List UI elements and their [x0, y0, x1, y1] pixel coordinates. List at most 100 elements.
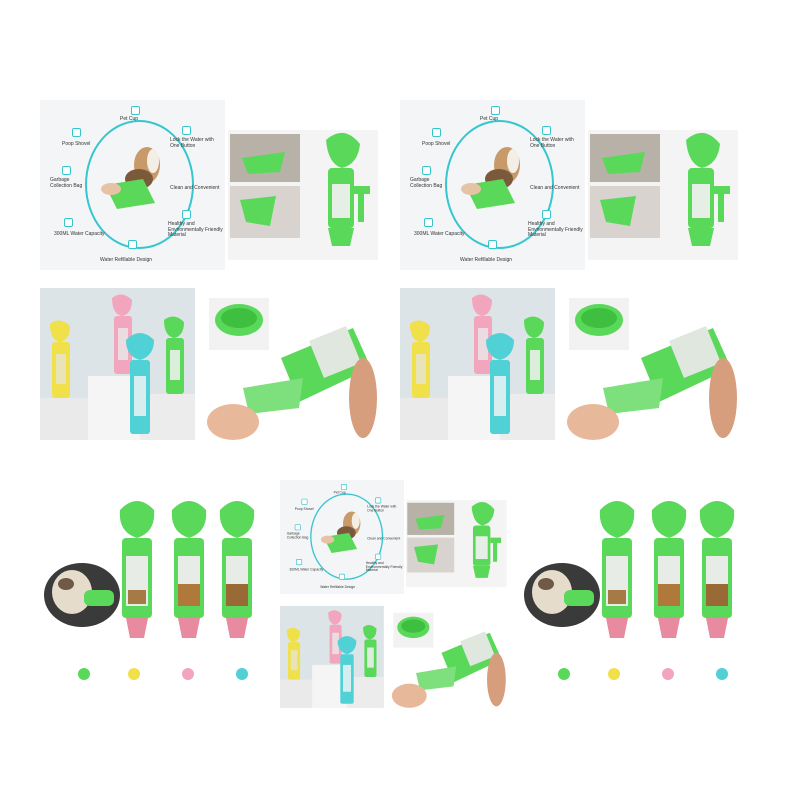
feature-healthy: Healthy and Environmentally Friendly Mat…	[365, 561, 403, 573]
bag-icon	[422, 166, 431, 175]
pedestal-left	[40, 398, 90, 440]
usage-thumbs	[405, 500, 507, 588]
green-bowl-thumb-1	[242, 152, 285, 174]
feature-capacity: 300ML Water Capacity	[54, 231, 105, 237]
green-bottle-small	[363, 625, 377, 677]
lock-icon	[182, 126, 191, 135]
refill-icon	[338, 573, 345, 580]
green-bowl-thumb-1	[602, 152, 645, 174]
collage-bottom-center: Pet Cup Lock the Water with One Button P…	[280, 480, 509, 710]
green-bottle-small	[524, 316, 544, 394]
feature-lock-water: Lock the Water with One Button	[530, 137, 574, 149]
color-swatch-pink[interactable]	[182, 668, 194, 680]
feature-pet-cup: Pet Cup	[333, 490, 346, 495]
feature-capacity: 300ML Water Capacity	[414, 231, 465, 237]
teal-bottle	[486, 333, 514, 434]
feature-poop-shovel: Poop Shovel	[422, 141, 451, 147]
feature-capacity: 300ML Water Capacity	[289, 567, 324, 572]
refill-icon	[488, 240, 497, 249]
color-swatch-pink[interactable]	[662, 668, 674, 680]
green-bottle-food-version	[651, 501, 687, 638]
usage-thumbs	[228, 130, 378, 260]
feature-garbage-bag: Garbage Collection Bag	[410, 177, 443, 189]
bottle-icon	[424, 218, 433, 227]
hand-pulling-bag	[391, 631, 506, 708]
features-panel: Pet Cup Lock the Water with One Button P…	[280, 480, 404, 594]
leaf-icon	[542, 210, 551, 219]
bag-dispenser-photo	[563, 290, 741, 442]
teal-bottle	[337, 636, 357, 704]
yellow-bottle	[410, 320, 430, 398]
green-bottle-small	[164, 316, 184, 394]
collage-top-right: Pet Cup Lock the Water with One Button P…	[400, 100, 742, 442]
dog-drinking-photo	[461, 147, 520, 209]
feature-healthy: Healthy and Environmentally Friendly Mat…	[528, 221, 583, 238]
color-swatch-green[interactable]	[558, 668, 570, 680]
lineup-right	[522, 498, 762, 688]
shovel-icon	[432, 128, 441, 137]
leaf-icon	[375, 553, 382, 560]
features-panel: Pet Cup Lock the Water with One Button P…	[400, 100, 585, 270]
color-variants-photo	[400, 288, 555, 440]
hand-pulling-bag	[567, 325, 737, 440]
pedestal-left	[400, 398, 450, 440]
features-panel: Pet Cup Lock the Water with One Button P…	[40, 100, 225, 270]
feature-pet-cup: Pet Cup	[120, 116, 139, 122]
pedestal-left	[280, 679, 314, 708]
shovel-icon	[72, 128, 81, 137]
feature-lock-water: Lock the Water with One Button	[367, 504, 397, 513]
feature-refillable: Water Refillable Design	[320, 585, 356, 590]
yellow-bottle	[50, 320, 70, 398]
color-variants-photo	[280, 605, 384, 708]
yellow-bottle	[286, 627, 301, 680]
green-bottle-side	[326, 132, 370, 246]
green-bottle-side	[686, 132, 730, 246]
green-bowl-thumb-2	[240, 196, 276, 226]
feature-refillable: Water Refillable Design	[460, 257, 513, 263]
color-swatch-yellow[interactable]	[608, 668, 620, 680]
color-variants-photo	[40, 288, 195, 440]
cup-icon	[491, 106, 500, 115]
usage-thumbs	[588, 130, 738, 260]
feature-clean: Clean and Convenient	[530, 185, 580, 191]
bag-icon	[62, 166, 71, 175]
feature-clean: Clean and Convenient	[170, 185, 220, 191]
dog-drinking-photo	[101, 147, 160, 209]
bottle-icon	[296, 559, 303, 566]
collage-top-left: Pet Cup Lock the Water with One Button P…	[40, 100, 382, 442]
green-bottle-bag-version	[599, 501, 635, 638]
green-bottle-food-version	[171, 501, 207, 638]
leaf-icon	[182, 210, 191, 219]
cup-icon	[340, 484, 347, 491]
dog-drinking-oval-photo	[44, 563, 120, 627]
feature-pet-cup: Pet Cup	[480, 116, 499, 122]
cup-icon	[131, 106, 140, 115]
shovel-icon	[301, 498, 308, 505]
color-swatch-teal[interactable]	[716, 668, 728, 680]
color-swatch-yellow[interactable]	[128, 668, 140, 680]
feature-poop-shovel: Poop Shovel	[62, 141, 91, 147]
feature-refillable: Water Refillable Design	[100, 257, 153, 263]
bag-dispenser-photo	[389, 607, 509, 710]
color-swatch-teal[interactable]	[236, 668, 248, 680]
feature-healthy: Healthy and Environmentally Friendly Mat…	[168, 221, 223, 238]
green-bottle-full-version	[699, 501, 735, 638]
green-bottle-side	[471, 502, 502, 578]
green-bowl-thumb-1	[415, 514, 445, 530]
color-swatch-green[interactable]	[78, 668, 90, 680]
green-bottle-bag-version	[119, 501, 155, 638]
lock-icon	[375, 497, 382, 504]
bag-icon	[294, 524, 301, 531]
green-bowl-thumb-2	[414, 544, 439, 565]
green-bottle-full-version	[219, 501, 255, 638]
dog-drinking-photo	[320, 511, 361, 554]
feature-lock-water: Lock the Water with One Button	[170, 137, 214, 149]
green-bowl-thumb-2	[600, 196, 636, 226]
bottle-icon	[64, 218, 73, 227]
lineup-left	[42, 498, 282, 688]
dog-drinking-oval-photo	[524, 563, 600, 627]
feature-poop-shovel: Poop Shovel	[294, 507, 314, 512]
teal-bottle	[126, 333, 154, 434]
lock-icon	[542, 126, 551, 135]
bag-dispenser-photo	[203, 290, 381, 442]
